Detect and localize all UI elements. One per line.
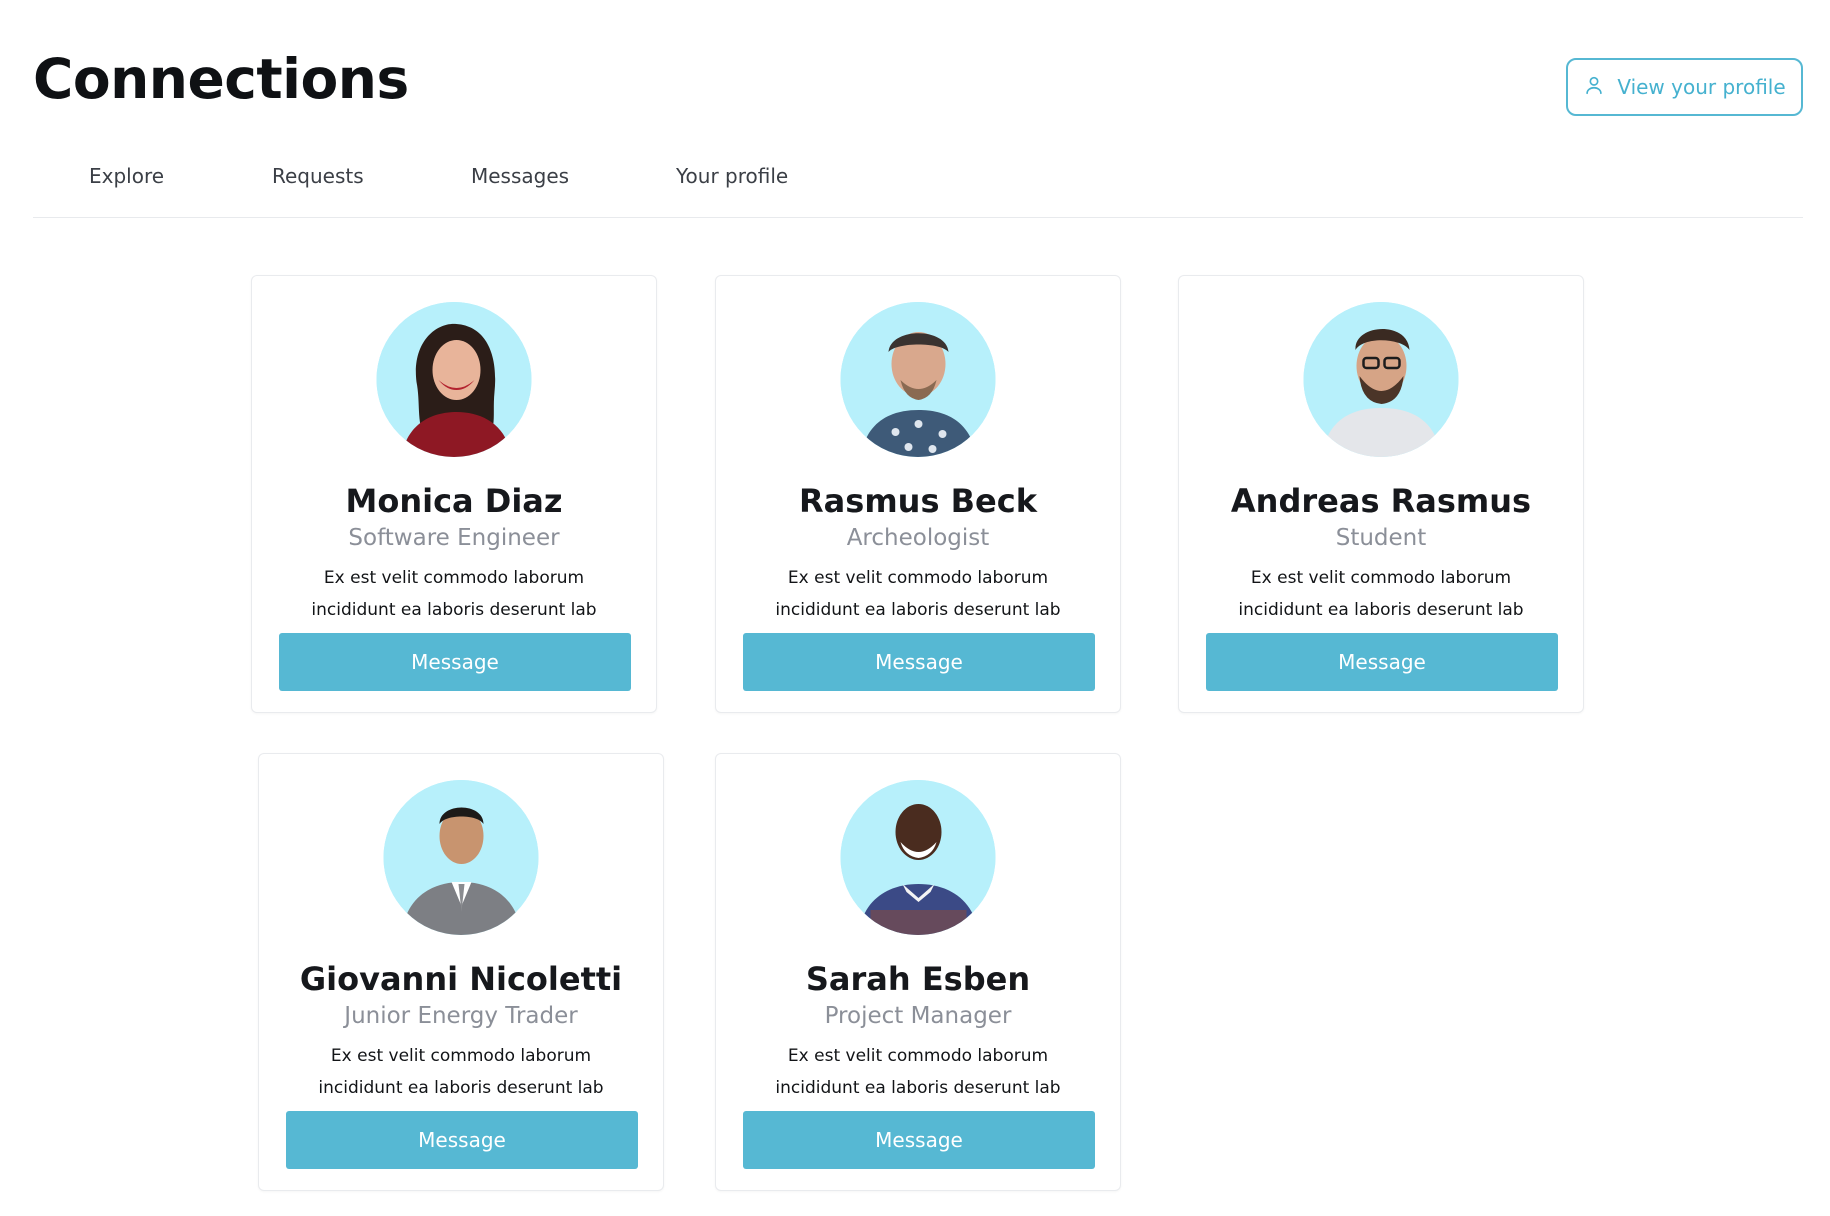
message-button[interactable]: Message — [286, 1111, 638, 1169]
card-name: Sarah Esben — [805, 960, 1031, 998]
card-description: Ex est velit commodo laborum incididunt … — [775, 568, 1061, 620]
view-profile-label: View your profile — [1617, 75, 1786, 99]
connection-card: Giovanni Nicoletti Junior Energy Trader … — [258, 753, 664, 1191]
connection-card: Rasmus Beck Archeologist Ex est velit co… — [715, 275, 1121, 713]
avatar — [376, 302, 532, 457]
card-name: Monica Diaz — [345, 482, 563, 520]
card-role: Student — [1335, 525, 1427, 551]
view-profile-button[interactable]: View your profile — [1566, 58, 1803, 116]
card-name: Rasmus Beck — [799, 482, 1037, 520]
card-description: Ex est velit commodo laborum incididunt … — [311, 568, 597, 620]
avatar — [383, 780, 539, 935]
avatar — [840, 780, 996, 935]
card-role: Project Manager — [824, 1003, 1012, 1029]
message-button[interactable]: Message — [1206, 633, 1558, 691]
tab-explore[interactable]: Explore — [89, 164, 164, 188]
tab-messages[interactable]: Messages — [471, 164, 569, 188]
card-name: Giovanni Nicoletti — [299, 960, 623, 998]
avatar — [840, 302, 996, 457]
message-button[interactable]: Message — [743, 1111, 1095, 1169]
tab-your-profile[interactable]: Your profile — [676, 164, 788, 188]
user-icon — [1583, 74, 1605, 101]
card-role: Archeologist — [846, 525, 990, 551]
card-role: Software Engineer — [348, 525, 560, 551]
card-description: Ex est velit commodo laborum incididunt … — [775, 1046, 1061, 1098]
tab-requests[interactable]: Requests — [272, 164, 364, 188]
connection-card: Sarah Esben Project Manager Ex est velit… — [715, 753, 1121, 1191]
connection-card: Andreas Rasmus Student Ex est velit comm… — [1178, 275, 1584, 713]
card-name: Andreas Rasmus — [1230, 482, 1532, 520]
connection-card: Monica Diaz Software Engineer Ex est vel… — [251, 275, 657, 713]
page-title: Connections — [33, 47, 409, 111]
card-description: Ex est velit commodo laborum incididunt … — [1238, 568, 1524, 620]
message-button[interactable]: Message — [743, 633, 1095, 691]
message-button[interactable]: Message — [279, 633, 631, 691]
avatar — [1303, 302, 1459, 457]
connections-page: Connections View your profile Explore Re… — [0, 0, 1830, 1216]
card-description: Ex est velit commodo laborum incididunt … — [318, 1046, 604, 1098]
card-role: Junior Energy Trader — [344, 1003, 578, 1029]
tab-bar: Explore Requests Messages Your profile — [33, 150, 1803, 218]
